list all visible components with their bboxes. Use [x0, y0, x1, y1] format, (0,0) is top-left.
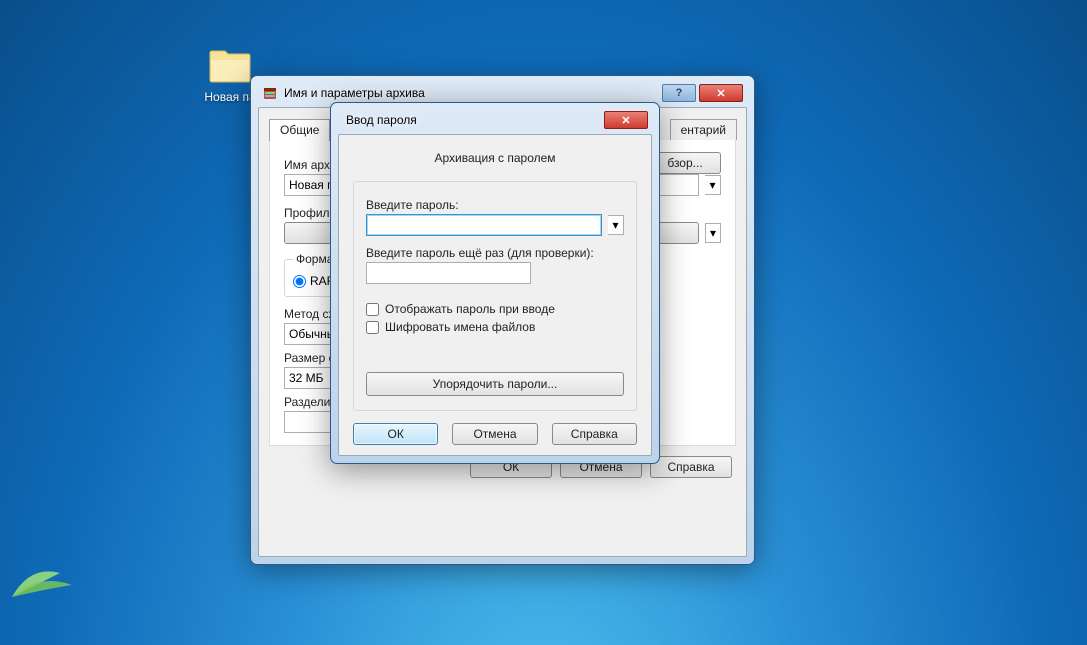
confirm-password-input[interactable]: [366, 262, 531, 284]
chevron-down-icon[interactable]: ▾: [608, 215, 624, 235]
close-button[interactable]: ✕: [604, 111, 648, 129]
organize-passwords-button[interactable]: Упорядочить пароли...: [366, 372, 624, 396]
chevron-down-icon[interactable]: ▾: [705, 223, 721, 243]
password-dialog: Ввод пароля ✕ Архивация с паролем Введит…: [330, 102, 660, 464]
window-title: Имя и параметры архива: [284, 86, 662, 100]
tab-comment[interactable]: ентарий: [670, 119, 737, 140]
password-heading: Архивация с паролем: [353, 151, 637, 165]
ok-button[interactable]: ОК: [353, 423, 438, 445]
folder-icon: [208, 48, 252, 84]
help-button[interactable]: Справка: [650, 456, 732, 478]
enter-password-label: Введите пароль:: [366, 198, 624, 212]
close-button[interactable]: ✕: [699, 84, 743, 102]
winrar-icon: [262, 85, 278, 101]
chevron-down-icon[interactable]: ▾: [705, 175, 721, 195]
password-dialog-title: Ввод пароля: [342, 113, 604, 127]
help-button[interactable]: Справка: [552, 423, 637, 445]
cancel-button[interactable]: Отмена: [452, 423, 537, 445]
show-password-checkbox[interactable]: Отображать пароль при вводе: [366, 302, 624, 316]
password-input[interactable]: [366, 214, 602, 236]
help-button[interactable]: ?: [662, 84, 696, 102]
confirm-password-label: Введите пароль ещё раз (для проверки):: [366, 246, 624, 260]
encrypt-names-checkbox[interactable]: Шифровать имена файлов: [366, 320, 624, 334]
desktop-accent: [10, 555, 100, 600]
tab-general[interactable]: Общие: [269, 119, 330, 141]
